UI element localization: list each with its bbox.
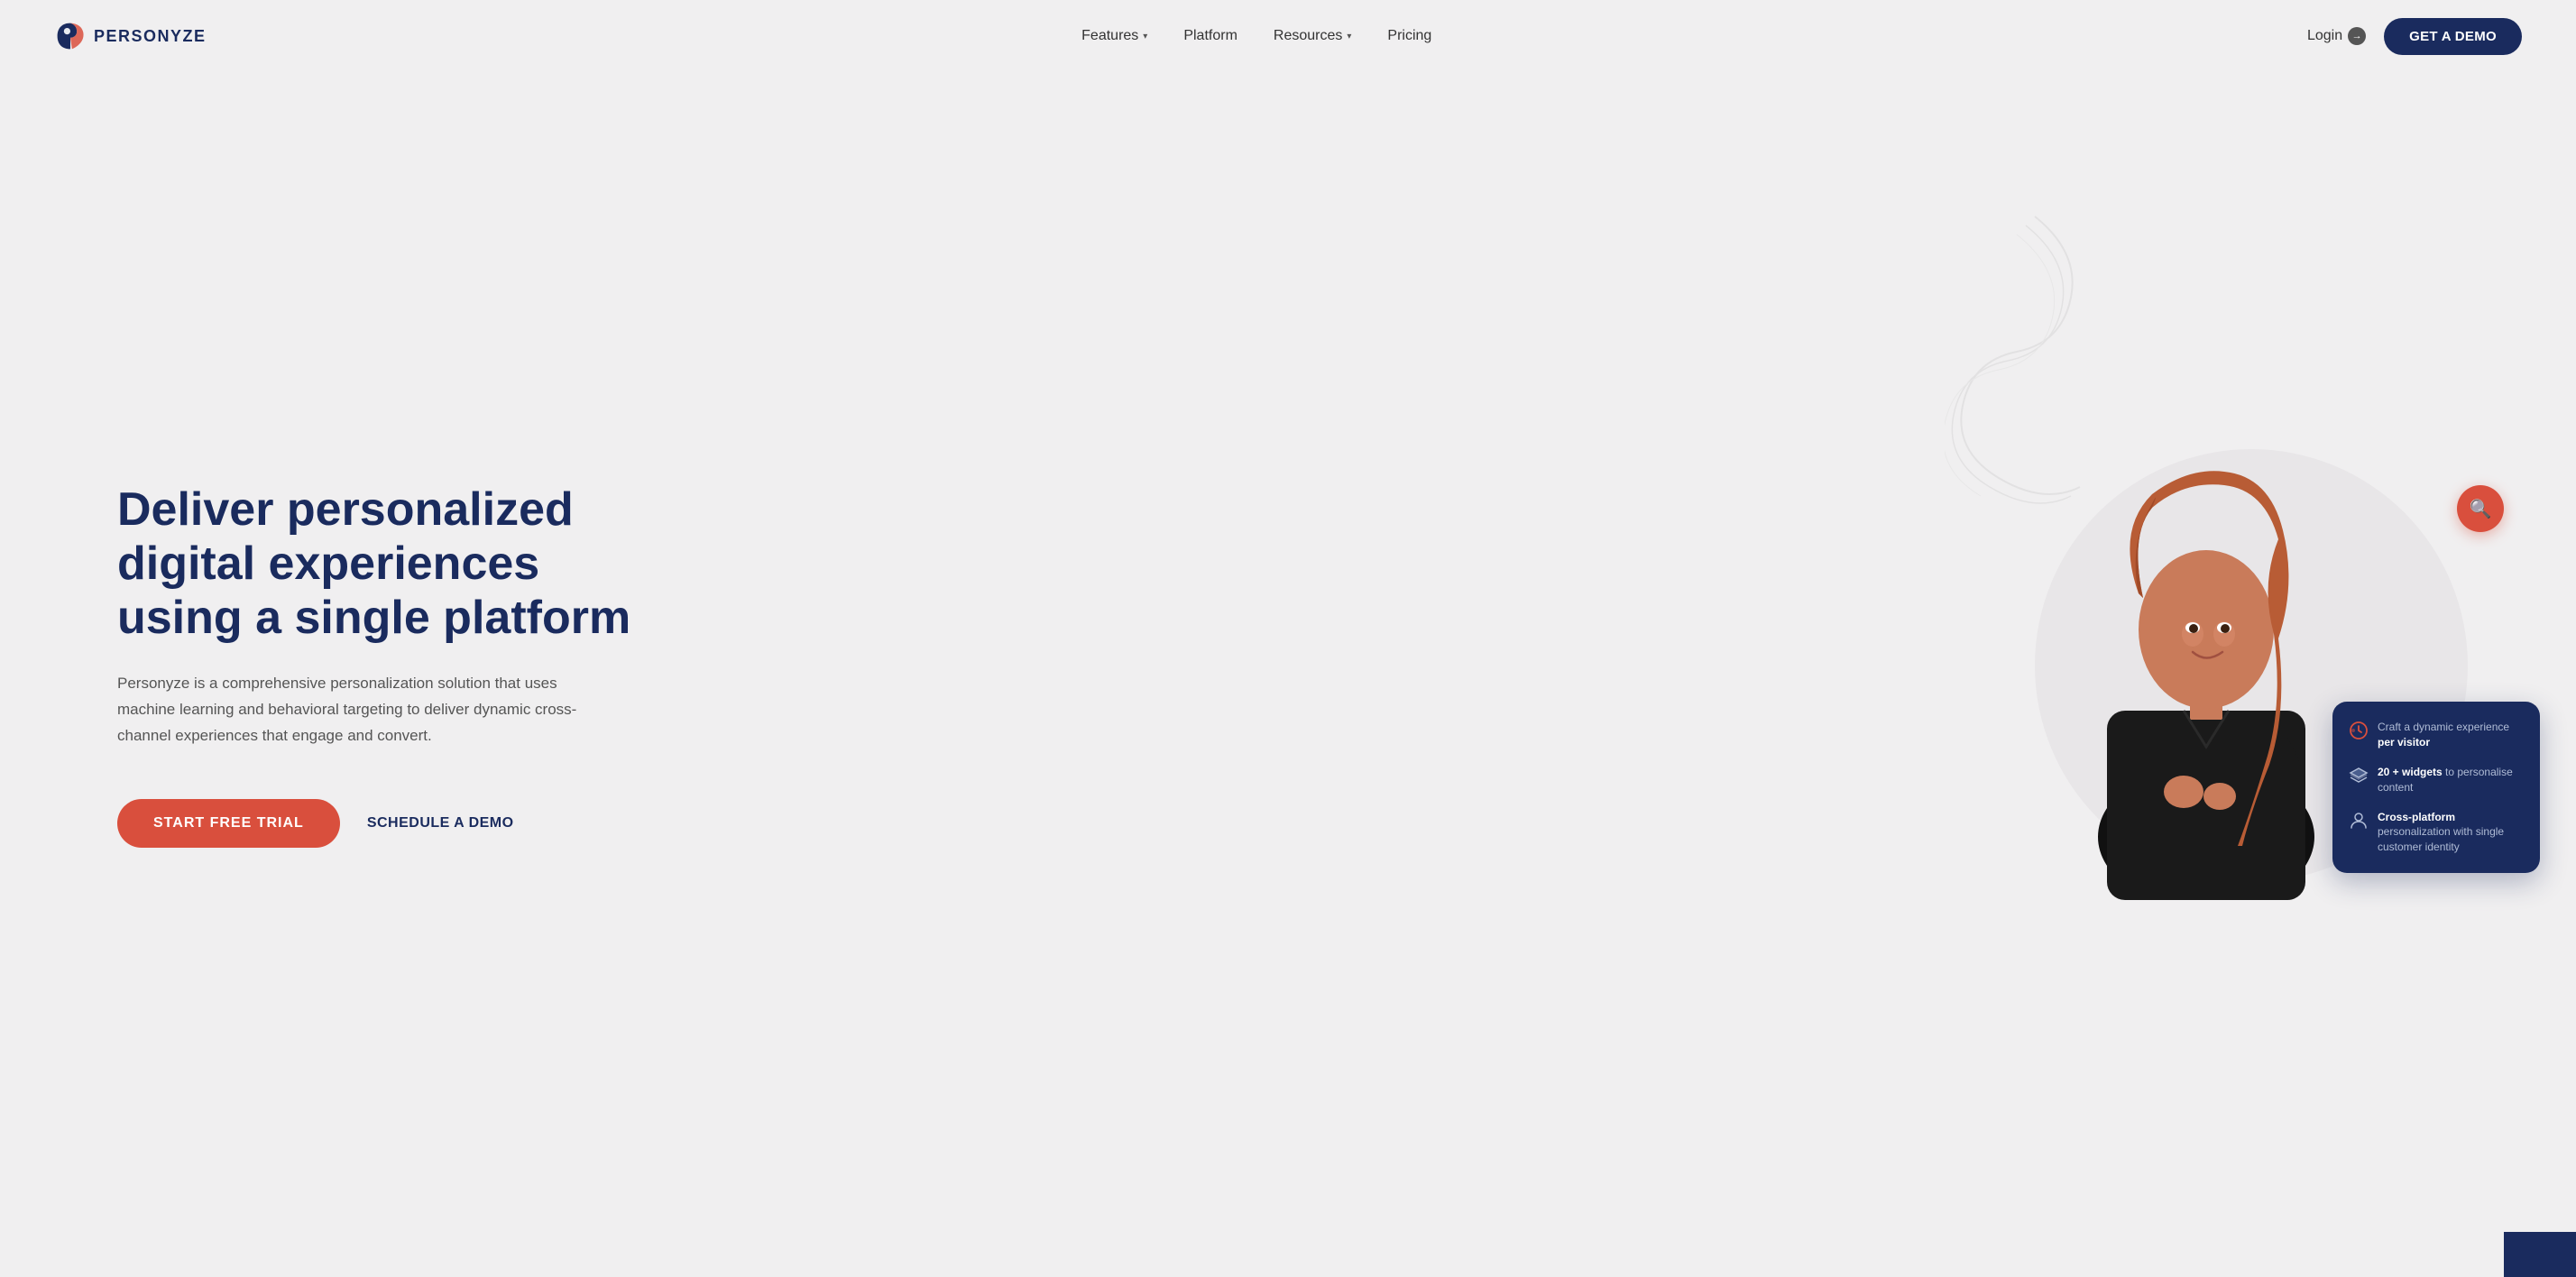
search-icon: 🔍	[2470, 498, 2492, 520]
navbar: PERSONYZE Features ▾ Platform Resources …	[0, 0, 2576, 72]
brand-name: PERSONYZE	[94, 27, 207, 46]
hero-content: Deliver personalized digital experiences…	[117, 483, 658, 847]
login-arrow-icon: →	[2348, 27, 2366, 45]
info-card-item-2: 20 + widgets to personalise content	[2349, 765, 2524, 795]
hero-actions: START FREE TRIAL SCHEDULE A DEMO	[117, 799, 658, 848]
nav-features[interactable]: Features ▾	[1081, 28, 1147, 44]
nav-actions: Login → GET A DEMO	[2307, 18, 2522, 55]
search-bubble: 🔍	[2457, 485, 2504, 532]
person-image	[2044, 458, 2369, 900]
clock-icon	[2349, 721, 2369, 740]
hero-visual: 🔍 Craft a dynamic experience per visitor	[2017, 431, 2522, 900]
nav-platform[interactable]: Platform	[1183, 28, 1237, 44]
logo[interactable]: PERSONYZE	[54, 20, 207, 52]
info-card: Craft a dynamic experience per visitor 2…	[2332, 702, 2540, 873]
bottom-accent	[2504, 1232, 2576, 1277]
hero-description: Personyze is a comprehensive personaliza…	[117, 671, 586, 749]
chevron-down-icon-2: ▾	[1347, 32, 1351, 41]
logo-icon	[54, 20, 87, 52]
schedule-demo-link[interactable]: SCHEDULE A DEMO	[367, 815, 514, 831]
nav-links: Features ▾ Platform Resources ▾ Pricing	[1081, 28, 1431, 44]
nav-pricing[interactable]: Pricing	[1387, 28, 1431, 44]
nav-resources[interactable]: Resources ▾	[1274, 28, 1352, 44]
hero-section: Deliver personalized digital experiences…	[0, 72, 2576, 1277]
info-card-item-1: Craft a dynamic experience per visitor	[2349, 720, 2524, 750]
chevron-down-icon: ▾	[1143, 32, 1147, 41]
login-button[interactable]: Login →	[2307, 27, 2366, 45]
info-card-item-3: Cross-platform personalization with sing…	[2349, 810, 2524, 855]
hero-title: Deliver personalized digital experiences…	[117, 483, 658, 645]
start-trial-button[interactable]: START FREE TRIAL	[117, 799, 340, 848]
get-demo-button[interactable]: GET A DEMO	[2384, 18, 2522, 55]
layers-icon	[2349, 766, 2369, 785]
user-icon	[2349, 811, 2369, 831]
